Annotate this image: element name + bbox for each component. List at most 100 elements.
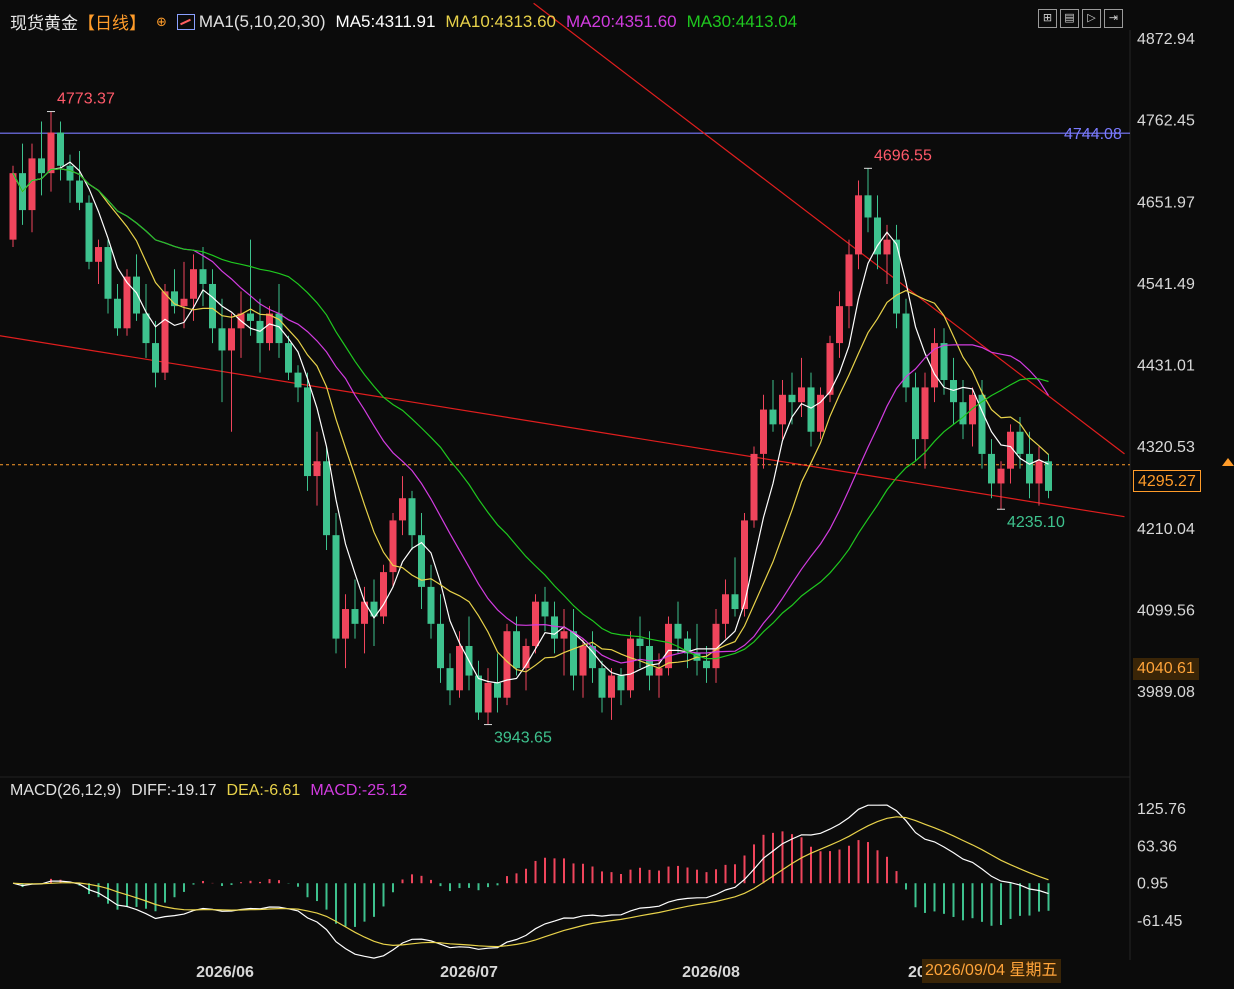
macd-panel bbox=[12, 804, 1050, 959]
candle-body bbox=[1035, 461, 1043, 484]
diff-line bbox=[12, 804, 1049, 959]
candle-body bbox=[627, 638, 634, 691]
candle-body bbox=[940, 343, 948, 381]
candle bbox=[456, 631, 463, 698]
candle bbox=[750, 446, 758, 528]
candle-body bbox=[617, 675, 625, 691]
macd-tick-label: 0.95 bbox=[1137, 876, 1168, 893]
candle bbox=[142, 283, 150, 358]
fit-icon[interactable]: ⊞ bbox=[1038, 9, 1057, 28]
candle bbox=[304, 372, 311, 491]
candle bbox=[617, 668, 625, 706]
candle-body bbox=[437, 623, 444, 669]
candle bbox=[475, 660, 482, 720]
step-icon[interactable]: ⇥ bbox=[1104, 9, 1123, 28]
candle-body bbox=[864, 195, 872, 218]
candle bbox=[380, 564, 387, 624]
price-tick-label: 3989.08 bbox=[1137, 684, 1195, 701]
current-price-marker bbox=[1222, 458, 1234, 466]
candle-body bbox=[541, 601, 549, 617]
macd-tick-label: 125.76 bbox=[1137, 801, 1186, 818]
candle-body bbox=[912, 387, 919, 440]
candle-body bbox=[266, 313, 273, 344]
chart-header: 现货黄金 【日线】 ⊕ MA1(5,10,20,30) MA5:4311.91 … bbox=[10, 9, 797, 34]
candle bbox=[465, 616, 473, 691]
price-tick-label: 4541.49 bbox=[1137, 276, 1195, 293]
period-label[interactable]: 【日线】 bbox=[78, 9, 146, 34]
candle-body bbox=[161, 291, 169, 373]
candle-body bbox=[85, 202, 93, 262]
candle-body bbox=[921, 387, 929, 440]
price-tick-label: 4099.56 bbox=[1137, 602, 1195, 619]
candle-body bbox=[950, 380, 957, 403]
crosshair-price-box: 4040.61 bbox=[1133, 658, 1199, 680]
dea-line bbox=[12, 816, 1049, 948]
candle bbox=[209, 269, 216, 344]
candle bbox=[912, 372, 919, 462]
grid-icon[interactable]: ▤ bbox=[1060, 9, 1079, 28]
candle-body bbox=[427, 586, 435, 624]
candle-body bbox=[503, 631, 511, 698]
crosshair-icon[interactable]: ⊕ bbox=[156, 14, 167, 30]
candle bbox=[152, 320, 159, 388]
candle bbox=[57, 121, 64, 181]
candle bbox=[104, 239, 112, 314]
candle-body bbox=[199, 269, 207, 284]
recent-low-label: 4235.10 bbox=[1007, 514, 1065, 531]
macd-label[interactable]: MACD(26,12,9) bbox=[10, 782, 121, 800]
candle-body bbox=[332, 535, 340, 639]
candle-body bbox=[351, 609, 359, 624]
candle bbox=[446, 653, 454, 706]
candle-body bbox=[228, 328, 235, 351]
candle-body bbox=[104, 247, 112, 299]
candle-body bbox=[180, 298, 188, 307]
candle bbox=[1026, 431, 1033, 499]
macd-tick-label: 63.36 bbox=[1137, 838, 1177, 855]
candle-body bbox=[997, 468, 1005, 484]
ma5-line bbox=[12, 161, 1049, 684]
candle bbox=[351, 579, 359, 639]
candle bbox=[950, 357, 957, 425]
candle-body bbox=[95, 247, 102, 262]
candle-body bbox=[313, 461, 321, 477]
candle bbox=[969, 387, 976, 447]
candle-body bbox=[190, 269, 197, 299]
candle-body bbox=[798, 387, 805, 403]
candle bbox=[598, 660, 606, 713]
candle-body bbox=[969, 394, 976, 425]
play-icon[interactable]: ▷ bbox=[1082, 9, 1101, 28]
symbol-name[interactable]: 现货黄金 bbox=[10, 9, 78, 34]
candle bbox=[560, 609, 568, 676]
ma-label: MA1(5,10,20,30) bbox=[198, 11, 326, 31]
candle bbox=[85, 195, 93, 270]
candle bbox=[484, 668, 492, 725]
candle-body bbox=[446, 668, 454, 691]
candle-body bbox=[408, 498, 416, 536]
indicator-icon[interactable] bbox=[176, 13, 195, 30]
candle-body bbox=[760, 409, 767, 454]
peak2-label: 4696.55 bbox=[874, 147, 932, 164]
candle bbox=[418, 513, 425, 610]
kline-chart[interactable]: 4773.37 4696.55 3943.65 4235.10 4744.08 4872… bbox=[0, 0, 1234, 989]
high-label: 4773.37 bbox=[57, 91, 115, 108]
macd-tick-label: -61.45 bbox=[1137, 913, 1182, 930]
ma30-value: MA30:4413.04 bbox=[686, 11, 798, 31]
candle bbox=[332, 513, 340, 654]
candle bbox=[779, 380, 786, 440]
candle-body bbox=[703, 660, 710, 669]
candle bbox=[807, 372, 815, 447]
macd-header: MACD(26,12,9) DIFF:-19.17 DEA:-6.61 MACD… bbox=[10, 782, 407, 800]
candle-body bbox=[484, 682, 492, 713]
candle-body bbox=[1026, 453, 1033, 484]
candle-body bbox=[142, 313, 150, 344]
time-tick-label: 2026/07 bbox=[440, 964, 498, 981]
candle bbox=[608, 668, 615, 720]
axes: 4872.94 4762.45 4651.97 4541.49 4431.01 4320.… bbox=[196, 31, 1234, 981]
candle-body bbox=[399, 498, 406, 521]
candle-body bbox=[57, 132, 64, 166]
candle-body bbox=[133, 276, 140, 314]
candle-body bbox=[598, 668, 606, 698]
candlestick-series bbox=[9, 111, 1052, 725]
candle-body bbox=[579, 645, 587, 676]
candle-body bbox=[741, 520, 748, 610]
